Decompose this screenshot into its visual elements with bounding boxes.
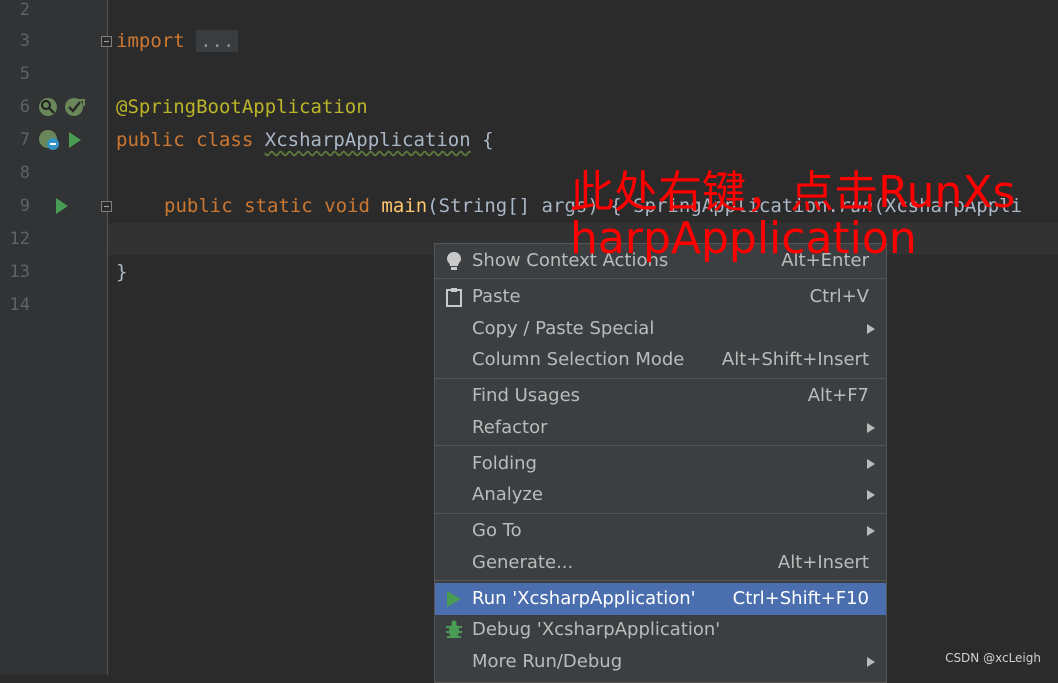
keyword: void [324,195,370,217]
bean-search-icon[interactable] [38,97,58,117]
submenu-arrow-icon [867,657,875,667]
menu-item-label: Paste [472,286,521,307]
lightbulb-icon [447,252,461,270]
menu-item-run-application[interactable]: Run 'XcsharpApplication' Ctrl+Shift+F10 [435,583,886,615]
menu-item-label: Generate... [472,552,574,573]
menu-item-refactor[interactable]: Refactor [435,412,886,444]
menu-item-label: Copy / Paste Special [472,318,655,339]
menu-item-shortcut: Ctrl+Shift+F10 [732,588,869,609]
code-line-close[interactable]: } [116,260,127,284]
menu-item-shortcut: Alt+Shift+Insert [721,349,869,370]
submenu-arrow-icon [867,423,875,433]
menu-item-copy-paste-special[interactable]: Copy / Paste Special [435,313,886,345]
menu-item-shortcut: Ctrl+V [809,286,869,307]
menu-item-shortcut: Alt+F7 [807,385,869,406]
keyword: public [116,129,185,151]
menu-item-find-usages[interactable]: Find Usages Alt+F7 [435,380,886,412]
menu-item-column-selection-mode[interactable]: Column Selection Mode Alt+Shift+Insert [435,344,886,376]
method-name: main [381,195,428,217]
submenu-arrow-icon [867,459,875,469]
menu-item-label: Refactor [472,417,548,438]
code-line-class[interactable]: public class XcsharpApplication { [116,128,494,152]
menu-item-analyze[interactable]: Analyze [435,479,886,511]
clipboard-icon [446,288,462,307]
keyword: import [116,30,185,52]
context-menu: Show Context Actions Alt+Enter Paste Ctr… [434,243,887,683]
fold-toggle-icon[interactable] [101,201,112,212]
menu-separator [435,513,886,514]
menu-item-folding[interactable]: Folding [435,448,886,480]
brace: } [116,261,128,283]
folded-imports[interactable]: ... [196,30,239,52]
line-number: 2 [19,0,30,20]
menu-item-label: Go To [472,520,522,541]
menu-item-debug-application[interactable]: Debug 'XcsharpApplication' [435,614,886,646]
line-number: 13 [9,262,30,282]
annotation-overlay-text: 此处右键，点击RunXsharpApplication [570,167,1016,264]
class-name: XcsharpApplication [264,129,471,151]
menu-item-more-run-debug[interactable]: More Run/Debug [435,646,886,678]
menu-item-generate[interactable]: Generate... Alt+Insert [435,547,886,579]
menu-item-label: More Run/Debug [472,651,623,672]
keyword: static [244,195,313,217]
menu-item-label: Column Selection Mode [472,349,685,370]
code-line-import[interactable]: import ... [116,29,239,53]
submenu-arrow-icon [867,490,875,500]
line-number: 6 [19,97,30,117]
run-main-gutter-icon[interactable] [55,197,69,215]
line-number: 9 [19,196,30,216]
fold-toggle-icon[interactable] [101,36,112,47]
brace: { [482,129,494,151]
annotation: @SpringBootApplication [116,96,368,118]
code-line-annotation[interactable]: @SpringBootApplication [116,95,368,119]
menu-item-shortcut: Alt+Insert [777,552,869,573]
line-number: 12 [9,229,30,249]
menu-item-label: Debug 'XcsharpApplication' [472,619,721,640]
line-number: 14 [9,295,30,315]
submenu-arrow-icon [867,526,875,536]
line-number: 7 [19,130,30,150]
menu-item-label: Find Usages [472,385,581,406]
line-number: 3 [19,31,30,51]
menu-item-label: Analyze [472,484,543,505]
line-number: 8 [19,163,30,183]
menu-item-paste[interactable]: Paste Ctrl+V [435,281,886,313]
editor-gutter: 2 3 5 6 7 8 9 12 13 14 [0,0,112,675]
spring-bean-icon[interactable] [64,97,86,117]
menu-item-label: Run 'XcsharpApplication' [472,588,696,609]
keyword: class [196,129,254,151]
menu-separator [435,278,886,279]
keyword: public [164,195,233,217]
line-number: 5 [19,64,30,84]
run-gutter-icon[interactable] [68,131,82,149]
spring-boot-icon[interactable] [38,129,62,153]
menu-separator [435,378,886,379]
watermark: CSDN @xcLeigh [945,651,1041,665]
run-icon [447,591,461,607]
menu-separator [435,580,886,581]
submenu-arrow-icon [867,324,875,334]
menu-item-go-to[interactable]: Go To [435,515,886,547]
menu-item-label: Folding [472,453,537,474]
debug-icon [446,620,462,638]
menu-separator [435,445,886,446]
